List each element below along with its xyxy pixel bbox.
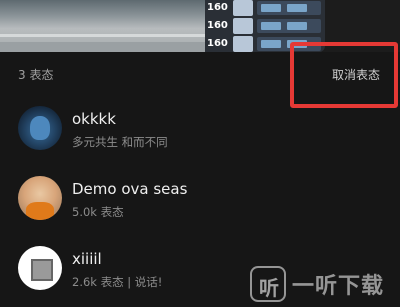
site-watermark: 听 一听下载 [246,262,400,307]
game-score: 160 [207,2,228,13]
user-subtitle: 多元共生 和而不同 [72,135,168,149]
game-character-thumb [233,0,253,16]
game-stat-row: 160 [205,0,325,16]
game-character-thumb [233,18,253,34]
user-name: xiiiil [72,250,102,268]
game-score: 160 [207,20,228,31]
avatar[interactable] [18,246,62,290]
game-stat-row: 160 [205,18,325,34]
game-stats-image: 160 160 160 [205,0,325,52]
game-weapon-stats [257,19,321,33]
game-stat-row: 160 [205,36,325,52]
avatar[interactable] [18,106,62,150]
user-subtitle: 2.6k 表态 | 说话! [72,275,163,289]
reaction-header: 3 表态 取消表态 [0,52,400,98]
list-item[interactable]: Demo ova seas 5.0k 表态 [0,168,400,232]
game-score: 160 [207,38,228,49]
post-photo [0,0,205,52]
list-item[interactable]: okkkk 多元共生 和而不同 [0,98,400,162]
game-weapon-stats [257,1,321,15]
post-media-preview[interactable]: 160 160 160 [0,0,400,52]
game-weapon-stats [257,37,321,51]
game-character-thumb [233,36,253,52]
avatar[interactable] [18,176,62,220]
watermark-logo-icon: 听 [250,266,286,302]
user-name: okkkk [72,110,116,128]
user-subtitle: 5.0k 表态 [72,205,124,219]
cancel-reaction-button[interactable]: 取消表态 [332,66,380,83]
user-name: Demo ova seas [72,180,188,198]
watermark-logo-glyph: 听 [259,276,279,300]
watermark-text: 一听下载 [292,274,385,299]
reaction-count: 3 表态 [18,68,54,82]
